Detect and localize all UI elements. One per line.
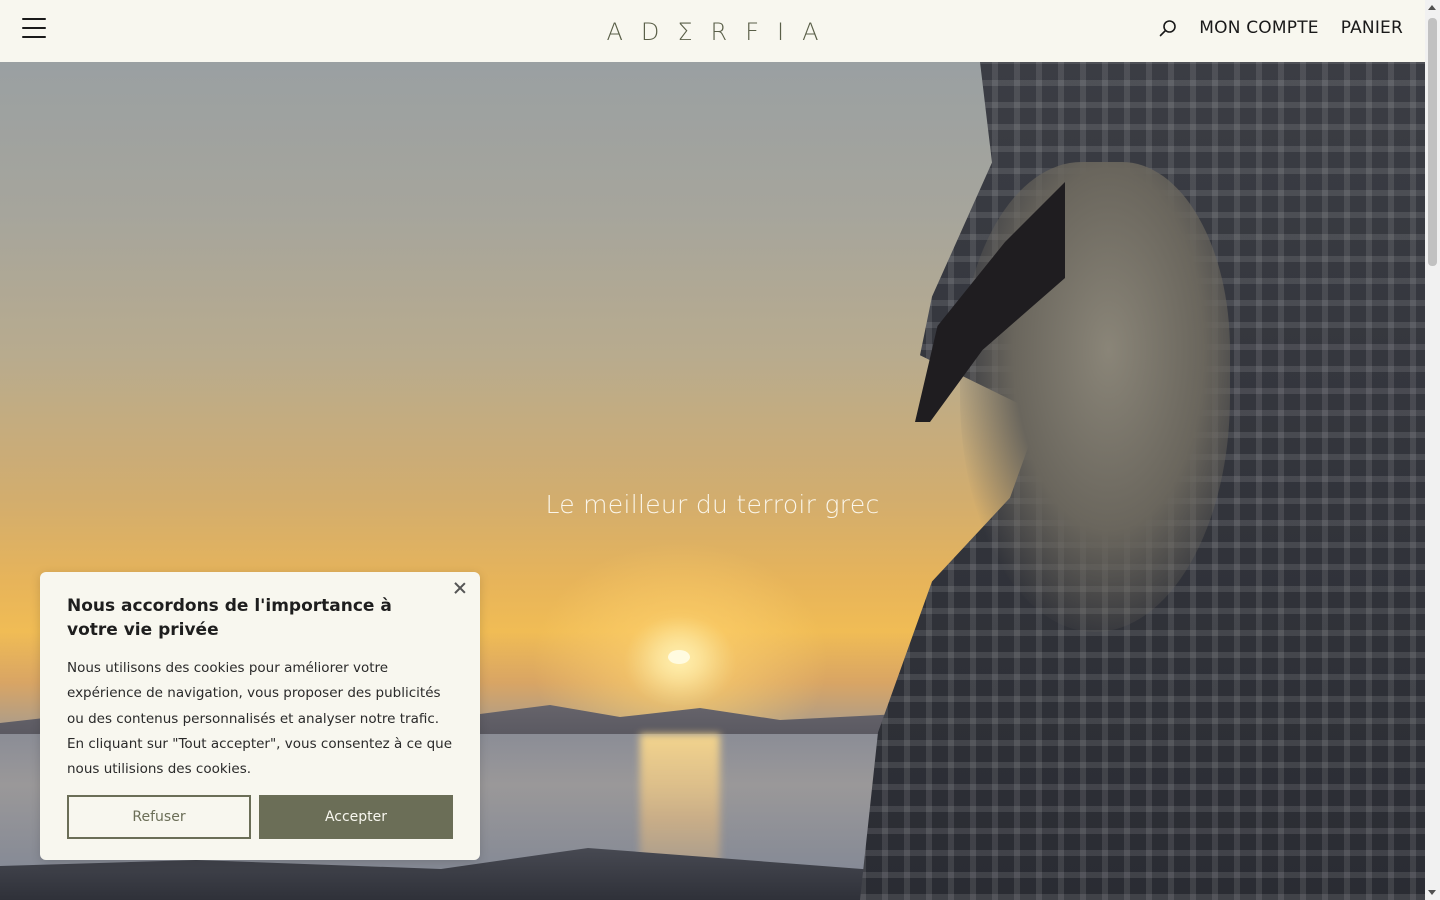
search-icon[interactable]	[1159, 19, 1177, 37]
header-nav: MON COMPTE PANIER	[1159, 18, 1403, 38]
hamburger-menu-icon[interactable]	[22, 18, 46, 38]
scroll-down-arrow-icon[interactable]	[1428, 890, 1436, 895]
hero-person-beard	[960, 162, 1230, 632]
account-link[interactable]: MON COMPTE	[1199, 18, 1318, 38]
page-scrollbar[interactable]	[1425, 0, 1440, 900]
refuse-button[interactable]: Refuser	[67, 795, 251, 839]
sun	[668, 650, 690, 664]
cookie-title: Nous accordons de l'importance à votre v…	[67, 596, 392, 640]
hero-tagline: Le meilleur du terroir grec	[545, 490, 880, 519]
cookie-consent-dialog: Nous accordons de l'importance à votre v…	[40, 572, 480, 860]
cart-link[interactable]: PANIER	[1341, 18, 1403, 38]
accept-button[interactable]: Accepter	[259, 795, 453, 839]
cookie-buttons: Refuser Accepter	[67, 795, 453, 839]
site-header: ADΣRFIA MON COMPTE PANIER	[0, 0, 1425, 62]
site-logo[interactable]: ADΣRFIA	[588, 18, 836, 46]
cookie-body: Nous utilisons des cookies pour améliore…	[67, 660, 453, 778]
close-icon[interactable]	[454, 582, 466, 594]
scroll-up-arrow-icon[interactable]	[1428, 5, 1436, 10]
scrollbar-thumb[interactable]	[1428, 18, 1437, 266]
